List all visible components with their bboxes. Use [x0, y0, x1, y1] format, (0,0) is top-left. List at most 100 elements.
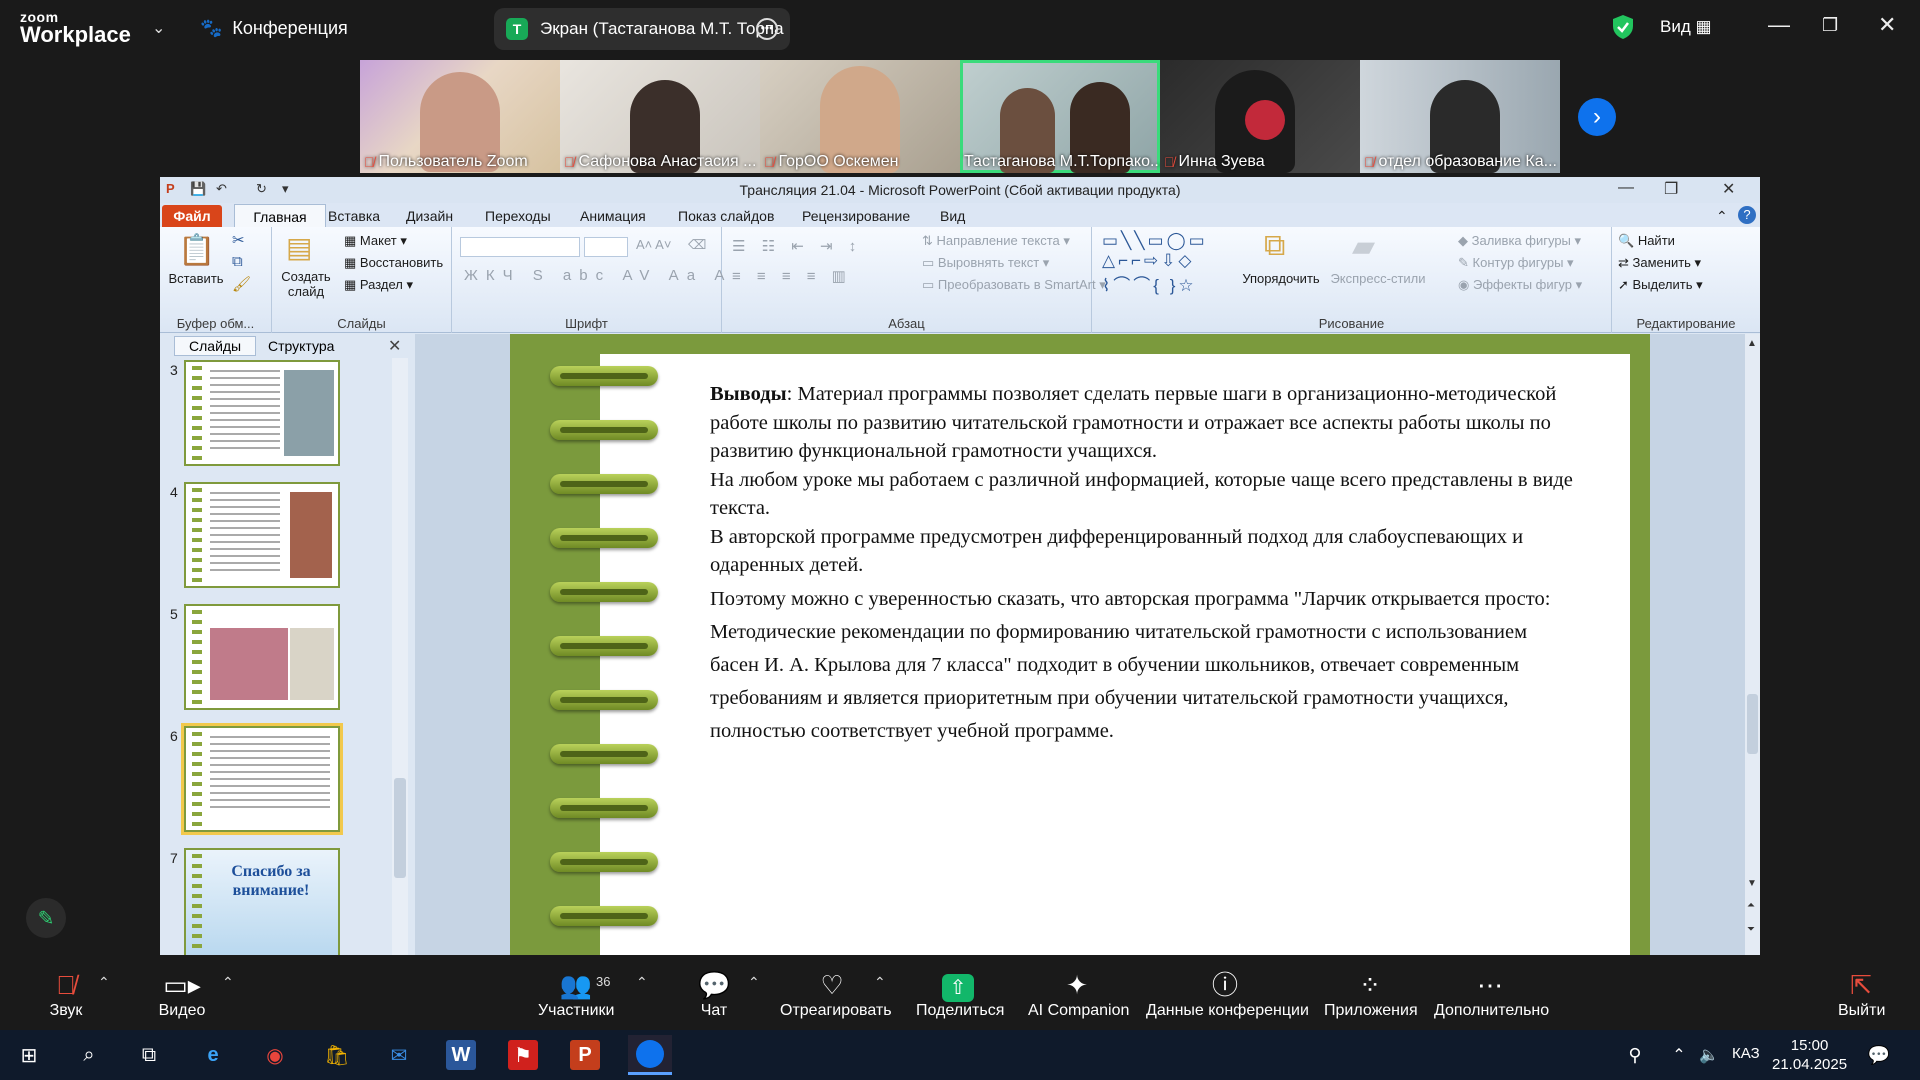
- view-button[interactable]: Вид ▦: [1660, 17, 1712, 37]
- format-painter-icon[interactable]: 🖌: [232, 275, 251, 293]
- tab-slides[interactable]: Слайды: [174, 336, 257, 356]
- react-button[interactable]: ♡ Отреагировать: [780, 968, 892, 1020]
- clear-format-icon[interactable]: ⌫: [688, 237, 706, 253]
- windows-start-icon[interactable]: ⊞: [14, 1040, 44, 1070]
- arrange-button[interactable]: Упорядочить: [1236, 271, 1326, 286]
- shape-fill-button[interactable]: ◆ Заливка фигуры ▾: [1458, 233, 1581, 249]
- share-button[interactable]: ⇧ Поделиться: [916, 968, 1004, 1020]
- shape-effects-button[interactable]: ◉ Эффекты фигур ▾: [1458, 277, 1582, 293]
- participant-tile[interactable]: 🎙̸ Пользователь Zoom: [360, 60, 560, 173]
- smartart-button[interactable]: ▭ Преобразовать в SmartArt ▾: [922, 277, 1106, 293]
- align-text-button[interactable]: ▭ Выровнять текст ▾: [922, 255, 1049, 271]
- tab-outline[interactable]: Структура: [268, 338, 334, 354]
- tray-expand-icon[interactable]: ⌃: [1664, 1040, 1694, 1070]
- more-button[interactable]: ⋯ Дополнительно: [1434, 968, 1549, 1020]
- section-button[interactable]: ▦ Раздел ▾: [344, 277, 413, 293]
- slide-thumbnail[interactable]: Спасибо за внимание!: [184, 848, 340, 955]
- tab-animation[interactable]: Анимация: [580, 208, 646, 224]
- participants-caret[interactable]: ⌃: [636, 974, 648, 991]
- leave-button[interactable]: ⇱ Выйти: [1838, 968, 1885, 1020]
- audio-options-caret[interactable]: ⌃: [98, 974, 110, 991]
- new-slide-button[interactable]: Создать слайд: [276, 269, 336, 299]
- mail-icon[interactable]: ✉: [384, 1040, 414, 1070]
- apps-button[interactable]: ⁘ Приложения: [1324, 968, 1418, 1020]
- scroll-up-icon[interactable]: ▲: [1747, 338, 1757, 349]
- pp-close-icon[interactable]: ✕: [1722, 179, 1735, 199]
- shapes-gallery[interactable]: ▭╲╲▭◯▭ △⌐⌐⇨⇩◇ ⌇⌒⌒{ }☆: [1102, 231, 1208, 296]
- tab-insert[interactable]: Вставка: [328, 208, 380, 224]
- word-icon[interactable]: W: [446, 1040, 476, 1070]
- slide-thumbnail[interactable]: [184, 604, 340, 710]
- meeting-menu[interactable]: 🐾 Конференция: [200, 18, 348, 39]
- video-options-caret[interactable]: ⌃: [222, 974, 234, 991]
- copy-icon[interactable]: ⧉: [232, 253, 243, 270]
- participant-tile[interactable]: 🎙̸ Сафонова Анастасия ...: [560, 60, 760, 173]
- meeting-info-button[interactable]: ⓘ Данные конференции: [1146, 968, 1309, 1020]
- tab-design[interactable]: Дизайн: [406, 208, 453, 224]
- restore-icon[interactable]: ❐: [1822, 15, 1838, 36]
- text-format-icons[interactable]: ЖКЧ S abc AV Aa A: [464, 267, 732, 284]
- font-name-select[interactable]: [460, 237, 580, 257]
- pane-scrollbar[interactable]: [392, 358, 408, 955]
- quick-styles-button[interactable]: Экспресс-стили: [1328, 271, 1428, 286]
- slide-thumbnail[interactable]: [184, 482, 340, 588]
- participant-tile[interactable]: 🎙̸ отдел образование Ка...: [1360, 60, 1560, 173]
- shield-icon[interactable]: [1612, 14, 1634, 40]
- clock[interactable]: 15:00 21.04.2025: [1772, 1036, 1847, 1074]
- font-size-select[interactable]: [584, 237, 628, 257]
- audio-button[interactable]: 🎙̸ Звук: [44, 968, 88, 1020]
- reset-button[interactable]: ▦ Восстановить: [344, 255, 443, 271]
- react-caret[interactable]: ⌃: [874, 974, 886, 991]
- cut-icon[interactable]: ✂: [232, 231, 245, 249]
- scroll-down-icon[interactable]: ▼: [1747, 878, 1757, 889]
- shape-outline-button[interactable]: ✎ Контур фигуры ▾: [1458, 255, 1574, 271]
- share-screen-indicator[interactable]: T Экран (Тастаганова М.Т. Торпа •••: [494, 8, 790, 50]
- chrome-icon[interactable]: ◉: [260, 1040, 290, 1070]
- pp-restore-icon[interactable]: ❐: [1664, 179, 1678, 199]
- scroll-thumb[interactable]: [394, 778, 406, 878]
- close-icon[interactable]: ✕: [1878, 12, 1896, 38]
- zoom-taskbar-icon[interactable]: [628, 1035, 672, 1075]
- help-icon[interactable]: ?: [1738, 206, 1756, 224]
- chat-caret[interactable]: ⌃: [748, 974, 760, 991]
- tab-transitions[interactable]: Переходы: [485, 208, 551, 224]
- tab-review[interactable]: Рецензирование: [802, 208, 910, 224]
- participant-tile[interactable]: 🎙̸ Инна Зуева: [1160, 60, 1360, 173]
- replace-button[interactable]: ⇄ Заменить ▾: [1618, 255, 1701, 271]
- editor-scrollbar[interactable]: ▲ ▼ ⏶ ⏷: [1745, 334, 1760, 955]
- video-button[interactable]: ▭▸ Видео: [158, 968, 206, 1020]
- chevron-down-icon[interactable]: ⌄: [152, 18, 165, 38]
- minimize-icon[interactable]: —: [1768, 12, 1790, 38]
- participant-tile[interactable]: 🎙̸ ГорОО Оскемен: [760, 60, 960, 173]
- tab-file[interactable]: Файл: [162, 205, 222, 227]
- powerpoint-icon[interactable]: P: [570, 1040, 600, 1070]
- notifications-icon[interactable]: 💬: [1864, 1040, 1894, 1070]
- volume-icon[interactable]: 🔈: [1694, 1040, 1724, 1070]
- more-options-icon[interactable]: •••: [756, 18, 778, 40]
- store-icon[interactable]: 🛍: [322, 1040, 352, 1070]
- layout-button[interactable]: ▦ Макет ▾: [344, 233, 407, 249]
- slide-text-box[interactable]: Выводы: Материал программы позволяет сде…: [710, 380, 1580, 748]
- scroll-thumb[interactable]: [1747, 694, 1758, 754]
- text-direction-button[interactable]: ⇅ Направление текста ▾: [922, 233, 1070, 249]
- paste-button[interactable]: Вставить: [166, 271, 226, 286]
- find-button[interactable]: 🔍 Найти: [1618, 233, 1675, 249]
- annotate-pencil-icon[interactable]: ✎: [26, 898, 66, 938]
- acrobat-icon[interactable]: ⚑: [508, 1040, 538, 1070]
- tab-view[interactable]: Вид: [940, 208, 965, 224]
- select-button[interactable]: ➚ Выделить ▾: [1618, 277, 1703, 293]
- pp-minimize-icon[interactable]: —: [1618, 179, 1634, 197]
- slide-canvas[interactable]: Выводы: Материал программы позволяет сде…: [510, 334, 1650, 955]
- chat-button[interactable]: 💬 Чат: [698, 968, 730, 1020]
- edge-icon[interactable]: e: [198, 1040, 228, 1070]
- list-icons[interactable]: ☰ ☷ ⇤ ⇥ ↕: [732, 237, 862, 255]
- next-page-icon[interactable]: ›: [1578, 98, 1616, 136]
- language-indicator[interactable]: КАЗ: [1732, 1045, 1760, 1062]
- next-slide-icon[interactable]: ⏷: [1747, 924, 1755, 935]
- slide-thumbnail-selected[interactable]: [181, 723, 343, 835]
- ribbon-collapse-icon[interactable]: ⌃: [1716, 208, 1728, 225]
- align-icons[interactable]: ≡ ≡ ≡ ≡ ▥: [732, 267, 852, 285]
- tab-slideshow[interactable]: Показ слайдов: [678, 208, 774, 224]
- ai-companion-button[interactable]: ✦ AI Companion: [1028, 968, 1129, 1020]
- prev-slide-icon[interactable]: ⏶: [1747, 900, 1755, 911]
